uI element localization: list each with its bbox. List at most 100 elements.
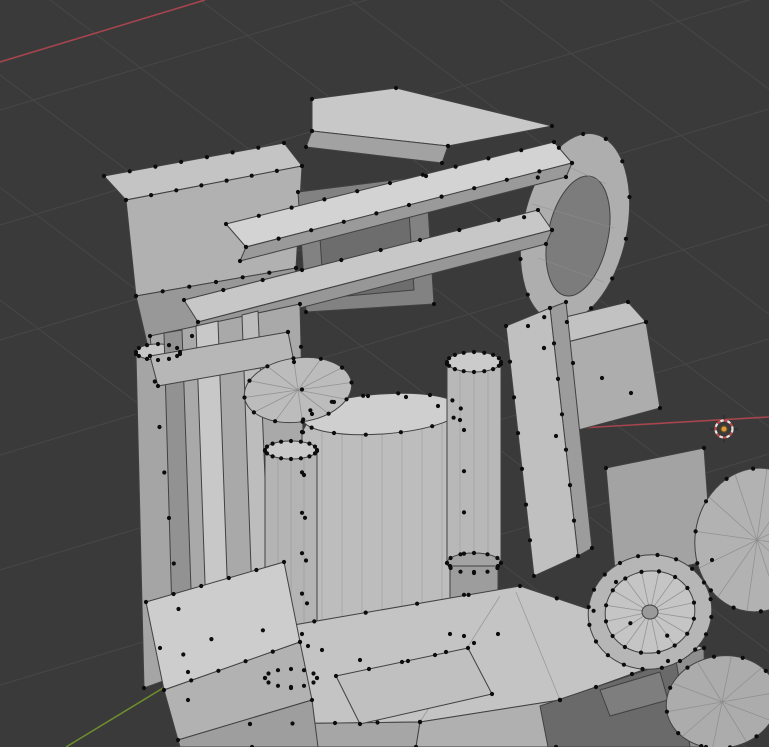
mesh-vertex[interactable] [152,379,157,384]
mesh-vertex[interactable] [627,194,632,200]
mesh-vertex[interactable] [309,425,314,430]
mesh-vertex[interactable] [181,297,187,303]
mesh-vertex[interactable] [628,390,634,396]
mesh-vertex[interactable] [175,737,181,743]
mesh-vertex[interactable] [291,356,296,361]
mesh-vertex[interactable] [417,237,423,243]
mesh-vertex[interactable] [685,585,690,591]
mesh-vertex[interactable] [181,652,186,657]
mesh-vertex[interactable] [427,392,433,398]
mesh-vertex[interactable] [309,697,315,703]
mesh-vertex[interactable] [223,221,229,227]
mesh-vertex[interactable] [185,669,191,675]
mesh-vertex[interactable] [322,197,327,202]
mesh-vertex[interactable] [295,189,301,195]
mesh-vertex[interactable] [685,665,690,670]
mesh-vertex[interactable] [610,588,615,593]
mesh-vertex[interactable] [290,721,295,726]
mesh-vertex[interactable] [527,538,533,543]
mesh-vertex[interactable] [189,333,195,339]
mesh-vertex[interactable] [299,510,305,515]
mesh-vertex[interactable] [599,375,605,381]
mesh-vertex[interactable] [312,444,318,449]
mesh-vertex[interactable] [603,136,608,141]
mesh-vertex[interactable] [531,573,537,579]
mesh-vertex[interactable] [586,604,591,610]
mesh-vertex[interactable] [243,659,248,664]
mesh-vertex[interactable] [636,554,641,559]
mesh-vertex[interactable] [657,405,663,411]
mesh-vertex[interactable] [171,591,176,597]
mesh-vertex[interactable] [549,123,555,129]
mesh-vertex[interactable] [262,675,268,681]
mesh-vertex[interactable] [465,645,471,651]
mesh-vertex[interactable] [363,432,368,437]
mesh-vertex[interactable] [199,183,204,188]
mesh-vertex[interactable] [297,301,303,307]
mesh-vertex[interactable] [724,476,729,481]
mesh-vertex[interactable] [503,323,509,329]
mesh-vertex[interactable] [511,395,517,400]
mesh-vertex[interactable] [393,85,399,91]
mesh-vertex[interactable] [655,552,660,558]
mesh-vertex[interactable] [432,652,438,658]
mesh-vertex[interactable] [593,684,599,690]
mesh-vertex[interactable] [299,267,305,273]
mesh-vertex[interactable] [461,469,467,474]
mesh-vertex[interactable] [751,466,756,471]
mesh-vertex[interactable] [155,383,161,389]
mesh-vertex[interactable] [569,160,575,166]
mesh-vertex[interactable] [281,140,287,146]
mesh-vertex[interactable] [445,143,451,149]
mesh-vertex[interactable] [314,675,320,681]
mesh-vertex[interactable] [587,622,592,628]
mesh-vertex[interactable] [628,621,633,626]
mesh-vertex[interactable] [471,349,477,355]
mesh-vertex[interactable] [457,417,463,423]
mesh-vertex[interactable] [485,552,490,557]
mesh-vertex[interactable] [758,609,764,614]
mesh-vertex[interactable] [224,178,229,183]
mesh-vertex[interactable] [279,439,284,444]
mesh-vertex[interactable] [289,205,294,210]
mesh-vertex[interactable] [298,456,303,461]
mesh-vertex[interactable] [535,207,541,213]
mesh-vertex[interactable] [496,217,501,223]
mesh-vertex[interactable] [622,644,628,650]
mesh-vertex[interactable] [288,684,294,690]
mesh-vertex[interactable] [629,671,635,677]
mesh-vertex[interactable] [226,575,231,581]
mesh-vertex[interactable] [458,406,463,411]
mesh-vertex[interactable] [525,323,531,329]
mesh-vertex[interactable] [274,168,279,173]
blender-3d-viewport[interactable] [0,0,769,747]
mesh-vertex[interactable] [541,345,547,351]
mesh-vertex[interactable] [491,352,496,357]
mesh-vertex[interactable] [554,596,559,601]
viewport-canvas[interactable] [0,0,769,747]
mesh-vertex[interactable] [230,150,235,155]
mesh-vertex[interactable] [551,139,557,145]
mesh-vertex[interactable] [673,574,678,580]
mesh-vertex[interactable] [123,197,129,203]
mesh-vertex[interactable] [127,169,132,174]
mesh-vertex[interactable] [256,145,261,150]
mesh-vertex[interactable] [326,411,331,416]
mesh-vertex[interactable] [302,515,308,520]
mesh-vertex[interactable] [185,697,191,703]
mesh-vertex[interactable] [264,444,270,449]
mesh-vertex[interactable] [623,576,628,581]
mesh-vertex[interactable] [457,227,462,233]
mesh-vertex[interactable] [293,265,299,271]
mesh-vertex[interactable] [593,639,599,644]
mesh-vertex[interactable] [542,315,547,320]
mesh-vertex[interactable] [254,567,259,573]
mesh-vertex[interactable] [260,277,265,283]
mesh-vertex[interactable] [133,349,139,355]
mesh-vertex[interactable] [307,441,312,446]
mesh-vertex[interactable] [591,587,597,592]
mesh-vertex[interactable] [195,319,201,325]
mesh-vertex[interactable] [496,356,501,361]
mesh-vertex[interactable] [431,301,437,307]
mesh-vertex[interactable] [305,643,311,649]
